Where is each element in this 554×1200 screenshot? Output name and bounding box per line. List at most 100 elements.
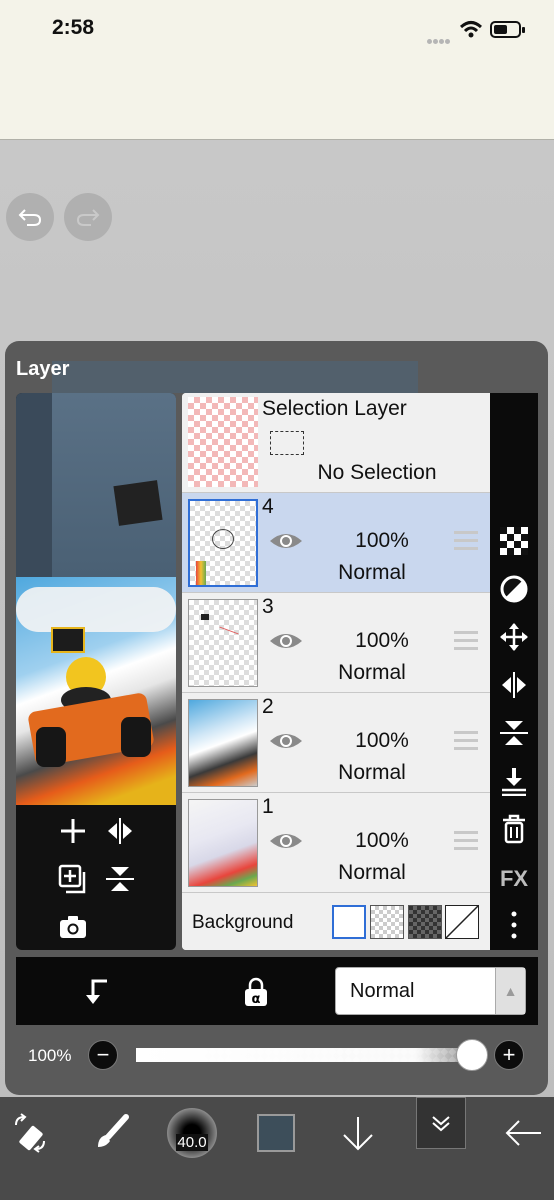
double-chevron-down-icon (432, 1116, 450, 1132)
arrow-left-icon (505, 1120, 541, 1146)
layer-opacity: 100% (355, 729, 409, 752)
flip-horizontal-icon (502, 672, 526, 698)
transform-eraser-button[interactable] (2, 1105, 58, 1161)
redo-button[interactable] (64, 193, 112, 241)
drag-handle-icon[interactable] (454, 731, 478, 755)
flip-horizontal-button[interactable] (103, 814, 137, 848)
eye-icon[interactable] (268, 729, 304, 753)
contrast-circle-icon (500, 575, 528, 603)
merge-down-button[interactable] (496, 763, 532, 799)
drag-handle-icon[interactable] (454, 531, 478, 555)
fx-button[interactable]: FX (496, 861, 532, 897)
layer-list: Selection Layer No Selection 4 100% Norm… (182, 393, 490, 950)
brush-preview-icon: 40.0 (167, 1108, 217, 1158)
layer-blend-mode: Normal (338, 761, 406, 784)
drag-handle-icon[interactable] (454, 831, 478, 855)
background-label: Background (192, 912, 294, 933)
brush-tool-button[interactable] (84, 1105, 140, 1161)
blend-mode-select[interactable]: Normal ▲ (335, 967, 526, 1015)
selection-marquee-icon (270, 431, 304, 455)
duplicate-layer-icon (58, 864, 86, 894)
bottom-toolbar: 40.0 (0, 1097, 554, 1200)
delete-layer-button[interactable] (496, 811, 532, 847)
clipping-button[interactable] (496, 571, 532, 607)
brush-size-value: 40.0 (176, 1134, 208, 1151)
chevron-up-icon: ▲ (495, 968, 525, 1014)
move-button[interactable] (496, 619, 532, 655)
opacity-increase-button[interactable]: + (494, 1040, 524, 1070)
collapse-panel-button[interactable] (416, 1097, 466, 1149)
layer-tools-column: FX (490, 393, 538, 950)
layer-row[interactable]: 4 100% Normal (182, 493, 490, 593)
selection-state: No Selection (317, 461, 437, 484)
flip-layer-vertical-button[interactable] (496, 715, 532, 751)
layer-blend-mode: Normal (338, 861, 406, 884)
opacity-decrease-button[interactable]: − (88, 1040, 118, 1070)
eye-icon[interactable] (268, 529, 304, 553)
arrow-down-icon (343, 1117, 373, 1151)
layer-number: 4 (262, 495, 274, 518)
layer-row[interactable]: 2 100% Normal (182, 693, 490, 793)
more-options-button[interactable] (496, 907, 532, 943)
panel-title: Layer (16, 358, 70, 380)
add-layer-button[interactable] (56, 814, 90, 848)
quick-tools-icon (15, 1113, 45, 1153)
transparency-button[interactable] (496, 523, 532, 559)
svg-text:α: α (252, 992, 261, 1007)
flip-horizontal-icon (108, 818, 132, 844)
back-button[interactable] (495, 1105, 551, 1161)
minus-icon: − (96, 1042, 110, 1067)
flip-layer-horizontal-button[interactable] (496, 667, 532, 703)
flip-vertical-icon (500, 721, 528, 745)
layer-thumbnail (188, 699, 258, 787)
redo-icon (76, 209, 100, 226)
camera-import-button[interactable] (56, 910, 90, 944)
canvas-art-peek (52, 361, 418, 393)
wifi-icon (459, 21, 483, 38)
checkerboard-icon (500, 527, 528, 555)
layer-number: 1 (262, 795, 274, 818)
brush-size-button[interactable]: 40.0 (164, 1105, 220, 1161)
clipping-toggle-button[interactable] (78, 974, 114, 1010)
layer-blend-mode: Normal (338, 661, 406, 684)
more-vertical-icon (511, 911, 517, 939)
opacity-slider-handle[interactable] (456, 1039, 488, 1071)
layer-row[interactable]: 1 100% Normal (182, 793, 490, 893)
layer-row[interactable]: 3 100% Normal (182, 593, 490, 693)
alpha-lock-icon: α (245, 977, 267, 1007)
opacity-slider[interactable] (136, 1048, 486, 1062)
brush-icon (98, 1114, 129, 1147)
flip-vertical-icon (106, 867, 134, 891)
color-picker-button[interactable] (248, 1105, 304, 1161)
background-checker-light-swatch[interactable] (370, 905, 404, 939)
layer-thumbnail (188, 799, 258, 887)
background-none-swatch[interactable] (445, 905, 479, 939)
background-row: Background (182, 893, 490, 950)
current-color-swatch (257, 1114, 295, 1152)
layer-number: 2 (262, 695, 274, 718)
status-time: 2:58 (52, 16, 95, 39)
background-white-swatch[interactable] (332, 905, 366, 939)
layer-opacity: 100% (355, 529, 409, 552)
selection-layer-title: Selection Layer (262, 397, 407, 420)
move-arrows-icon (500, 623, 528, 651)
undo-icon (18, 209, 42, 226)
selection-layer-thumbnail (188, 397, 258, 487)
alpha-lock-button[interactable]: α (238, 972, 274, 1012)
background-checker-dark-swatch[interactable] (408, 905, 442, 939)
eye-icon[interactable] (268, 829, 304, 853)
drag-handle-icon[interactable] (454, 631, 478, 655)
duplicate-layer-button[interactable] (56, 862, 90, 896)
layer-thumbnail (188, 499, 258, 587)
plus-icon (61, 819, 85, 843)
canvas-preview-image[interactable] (16, 577, 176, 805)
selection-layer-row[interactable]: Selection Layer No Selection (182, 393, 490, 493)
flip-vertical-button[interactable] (103, 862, 137, 896)
opacity-row: 100% − + (16, 1030, 538, 1082)
layer-down-button[interactable] (330, 1105, 386, 1161)
eye-icon[interactable] (268, 629, 304, 653)
trash-icon (503, 814, 525, 844)
undo-button[interactable] (6, 193, 54, 241)
camera-icon (60, 916, 86, 938)
layer-blend-mode: Normal (338, 561, 406, 584)
